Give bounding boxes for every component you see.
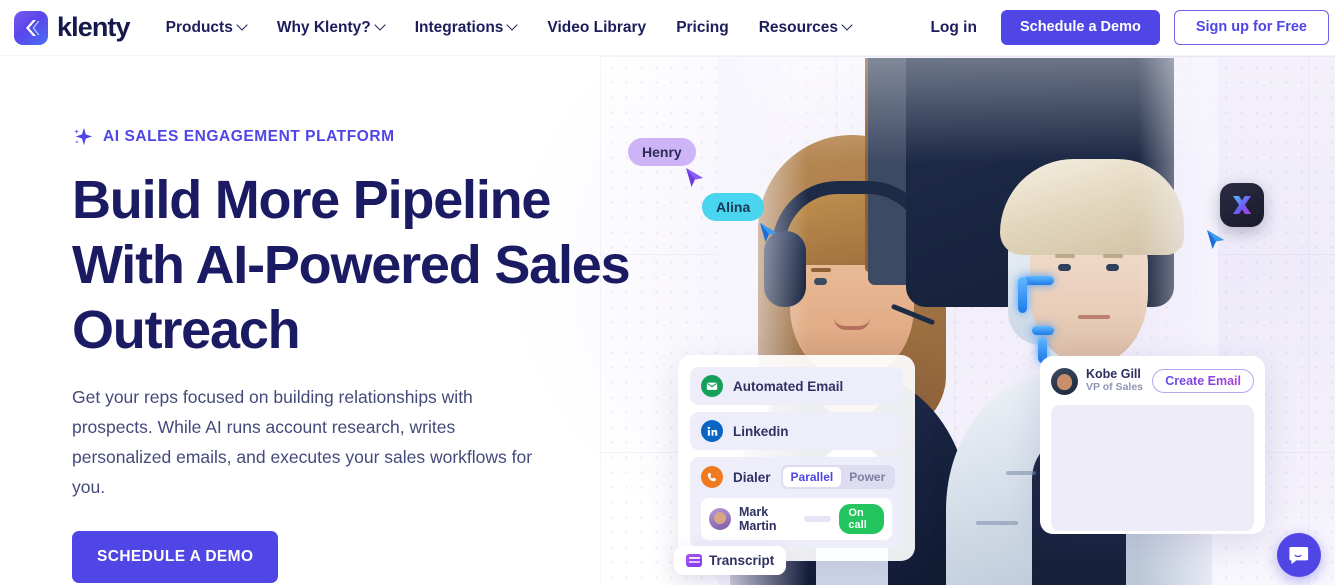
hero-schedule-demo-button[interactable]: SCHEDULE A DEMO [72,531,279,583]
chevron-down-icon [376,21,385,30]
x-logo-icon [1233,196,1251,214]
transcript-icon [686,554,702,567]
nav-item-label: Pricing [676,18,729,36]
channel-label: Dialer [733,469,771,485]
login-link[interactable]: Log in [930,19,977,37]
chip-henry[interactable]: Henry [628,138,696,166]
email-body-placeholder[interactable] [1051,405,1254,532]
contact-name: Kobe Gill [1086,367,1141,381]
nav-links: Products Why Klenty? Integrations Video … [166,19,852,37]
top-navigation-bar: klenty Products Why Klenty? Integrations… [0,0,1335,56]
call-contact-name: Mark Martin [739,505,777,533]
chevron-down-icon [843,21,852,30]
phone-icon [701,466,723,488]
email-compose-card: Kobe Gill VP of Sales Create Email [1040,356,1265,534]
chat-widget-button[interactable] [1277,533,1321,577]
dialer-mode-power[interactable]: Power [841,467,893,487]
dialer-mode-parallel[interactable]: Parallel [782,467,842,487]
transcript-badge[interactable]: Transcript [674,546,787,575]
active-call-row: Mark Martin On call [701,498,892,540]
klenty-chevron-logo-icon [14,10,48,45]
channel-row-dialer[interactable]: Dialer Parallel Power Mark Martin On cal… [690,457,903,548]
nav-item-resources[interactable]: Resources [759,19,852,37]
chevron-down-icon [238,21,247,30]
channel-row-linkedin[interactable]: Linkedin [690,412,903,450]
hero-artwork: Henry Alina Automated Email Linkedin Dia… [600,56,1335,585]
channel-label: Linkedin [733,423,789,439]
signup-free-button[interactable]: Sign up for Free [1173,10,1329,45]
channel-row-automated-email[interactable]: Automated Email [690,367,903,405]
avatar [1051,367,1078,395]
nav-item-products[interactable]: Products [166,19,247,37]
channel-label: Automated Email [733,378,844,394]
nav-item-pricing[interactable]: Pricing [676,19,729,37]
nav-item-label: Integrations [414,18,504,36]
hero-section: AI SALES ENGAGEMENT PLATFORM Build More … [0,56,1335,585]
x-logo-badge[interactable] [1220,183,1264,227]
dialer-header: Dialer Parallel Power [701,465,896,489]
nav-item-integrations[interactable]: Integrations [415,19,518,37]
hero-title-line-1: Build More Pipeline [72,170,551,230]
nav-item-label: Video Library [547,18,647,36]
nav-item-label: Resources [758,18,838,36]
status-badge: On call [839,504,884,534]
linkedin-icon [701,420,723,442]
nav-item-video-library[interactable]: Video Library [547,19,646,37]
hero-title-line-3: Outreach [72,300,301,360]
chip-alina[interactable]: Alina [702,193,765,221]
hero-title-line-2: With AI-Powered Sales [72,235,631,295]
nav-item-why-klenty[interactable]: Why Klenty? [277,19,385,37]
dialer-mode-toggle[interactable]: Parallel Power [780,465,896,489]
contact-info: Kobe Gill VP of Sales [1086,367,1143,395]
nav-actions: Log in Schedule a Demo Sign up for Free [930,10,1329,45]
compose-card-header: Kobe Gill VP of Sales Create Email [1051,367,1254,395]
email-icon [701,375,723,397]
avatar [709,508,731,530]
nav-item-label: Why Klenty? [276,18,371,36]
chevron-down-icon [508,21,517,30]
create-email-button[interactable]: Create Email [1152,369,1254,393]
schedule-demo-button[interactable]: Schedule a Demo [1000,10,1160,45]
transcript-label: Transcript [709,553,775,568]
brand-logo[interactable]: klenty [14,10,131,45]
hero-eyebrow-label: AI SALES ENGAGEMENT PLATFORM [103,128,395,145]
klenty-landing-page: klenty Products Why Klenty? Integrations… [0,0,1335,585]
contact-role: VP of Sales [1086,381,1144,394]
chat-bubble-icon [1289,547,1309,564]
brand-name: klenty [57,12,131,42]
hero-subtitle: Get your reps focused on building relati… [72,387,533,497]
nav-item-label: Products [165,18,233,36]
call-progress-bar [803,516,832,522]
sparkle-icon [72,126,94,148]
channels-card: Automated Email Linkedin Dialer Parallel… [678,355,915,561]
